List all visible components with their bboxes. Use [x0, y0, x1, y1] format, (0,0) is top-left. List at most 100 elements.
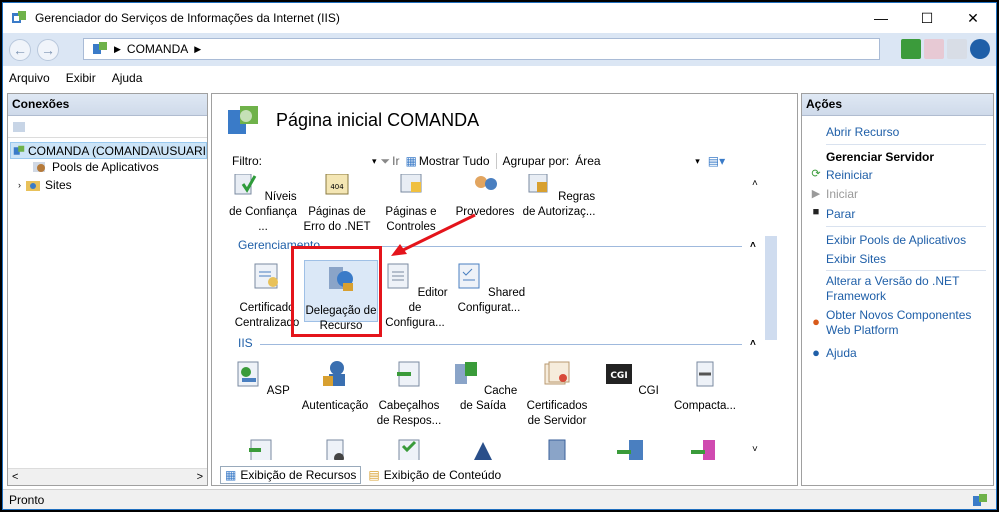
- tree-item-label: Sites: [45, 178, 72, 192]
- feature-server-certificates[interactable]: Certificados de Servidor: [520, 358, 594, 429]
- feature-shared-configuration[interactable]: Shared Configurat...: [452, 260, 526, 316]
- chevron-down-icon[interactable]: ▾: [372, 156, 377, 167]
- divider: [826, 270, 986, 271]
- divider: [826, 144, 986, 145]
- minimize-button[interactable]: —: [858, 3, 904, 33]
- view-app-pools-link[interactable]: Exibir Pools de Aplicativos: [826, 233, 966, 248]
- feature-output-cache[interactable]: Cache de Saída: [446, 358, 520, 414]
- tree-item-sites[interactable]: › Sites: [18, 178, 72, 192]
- breadcrumb-segment-comanda[interactable]: COMANDA: [127, 42, 188, 56]
- chevron-down-icon[interactable]: ▾: [695, 156, 700, 167]
- svg-text:404: 404: [330, 183, 344, 191]
- maximize-button[interactable]: ☐: [904, 3, 950, 33]
- horizontal-scrollbar[interactable]: < >: [8, 468, 207, 485]
- menu-arquivo[interactable]: Arquivo: [9, 71, 50, 85]
- breadcrumb-arrow: ▶: [114, 43, 121, 54]
- chevron-down-icon[interactable]: ˅: [752, 444, 758, 455]
- chevron-up-icon[interactable]: ˄: [752, 178, 758, 189]
- feature-asp[interactable]: ASP: [224, 358, 298, 399]
- features-view-icon: ▦: [225, 468, 237, 482]
- collapse-iis-icon[interactable]: ˄: [750, 338, 756, 349]
- feature-next-row-item[interactable]: [446, 436, 520, 460]
- feature-cgi[interactable]: CGI CGI: [594, 358, 668, 399]
- collapse-management-icon[interactable]: ˄: [750, 240, 756, 251]
- show-all-button[interactable]: Mostrar Tudo: [419, 154, 490, 168]
- breadcrumb[interactable]: ▶ COMANDA ▶: [83, 38, 880, 60]
- annotation-arrow: [391, 213, 476, 256]
- view-mode-icon[interactable]: ▤▾: [708, 154, 725, 168]
- asp-icon: [237, 361, 259, 387]
- tree-item-label: Pools de Aplicativos: [52, 160, 159, 174]
- close-button[interactable]: ✕: [950, 3, 996, 33]
- feature-next-row-item[interactable]: [224, 436, 298, 460]
- tab-content-view[interactable]: ▤ Exibição de Conteúdo: [363, 466, 507, 484]
- view-tabs: ▦ Exibição de Recursos ▤ Exibição de Con…: [220, 466, 507, 484]
- http-redirect-icon: [617, 440, 643, 460]
- sites-folder-icon: [26, 181, 40, 191]
- feature-next-row-item[interactable]: [298, 436, 372, 460]
- change-net-version-link[interactable]: Alterar a Versão do .NET Framework: [826, 274, 986, 304]
- feature-authorization-rules[interactable]: Regras de Autorizaç...: [522, 174, 596, 220]
- breadcrumb-arrow[interactable]: ▶: [194, 44, 201, 55]
- group-header-iis[interactable]: IIS: [238, 336, 253, 350]
- expand-icon[interactable]: ›: [18, 180, 21, 190]
- refresh-icon[interactable]: [901, 39, 921, 59]
- forward-button[interactable]: →: [37, 38, 59, 61]
- get-components-link[interactable]: Obter Novos Componentes Web Platform: [826, 308, 986, 338]
- open-feature-link[interactable]: Abrir Recurso: [826, 125, 899, 140]
- feature-trust-levels[interactable]: Níveis de Confiança ...: [226, 174, 300, 235]
- stop-icon[interactable]: [924, 39, 944, 59]
- group-by-select[interactable]: Área: [575, 154, 695, 168]
- back-button[interactable]: ←: [9, 38, 31, 61]
- shared-config-icon: [458, 263, 480, 289]
- funnel-icon: ⏷: [380, 153, 391, 168]
- connections-toolbar: [8, 116, 207, 138]
- feature-next-row-item[interactable]: [372, 436, 446, 460]
- scroll-left-icon[interactable]: <: [12, 471, 18, 483]
- feature-next-row-item[interactable]: [520, 436, 594, 460]
- providers-icon: [475, 176, 497, 190]
- vertical-scrollbar[interactable]: [764, 174, 778, 454]
- title-bar: Gerenciador do Serviços de Informações d…: [3, 3, 996, 33]
- help-icon: ●: [812, 345, 820, 360]
- tab-features-view[interactable]: ▦ Exibição de Recursos: [220, 466, 362, 484]
- menu-exibir[interactable]: Exibir: [66, 71, 96, 85]
- feature-net-error-pages[interactable]: 404 Páginas de Erro do .NET: [300, 174, 374, 235]
- feature-authentication[interactable]: Autenticação: [298, 358, 372, 414]
- scrollbar-thumb[interactable]: [765, 236, 777, 340]
- tree-item-server[interactable]: COMANDA (COMANDA\USUARI: [10, 142, 207, 159]
- stop-link[interactable]: Parar: [826, 207, 855, 222]
- menu-ajuda[interactable]: Ajuda: [112, 71, 143, 85]
- compression-icon: [696, 361, 714, 387]
- feature-response-headers[interactable]: Cabeçalhos de Respos...: [372, 358, 446, 429]
- default-document-icon: [249, 439, 272, 460]
- page-title: Página inicial COMANDA: [276, 110, 480, 130]
- help-link[interactable]: Ajuda: [826, 346, 857, 361]
- http-response-icon: [691, 440, 715, 460]
- failed-request-icon: [474, 442, 492, 460]
- divider: [826, 226, 986, 227]
- directory-browsing-icon: [326, 439, 344, 460]
- view-sites-link[interactable]: Exibir Sites: [826, 252, 886, 267]
- trust-levels-icon: [234, 174, 257, 195]
- feature-configuration-editor[interactable]: Editor de Configura...: [378, 260, 452, 331]
- feature-compression[interactable]: Compacta...: [668, 358, 742, 414]
- authorization-rules-icon: [528, 174, 548, 193]
- authentication-icon: [323, 361, 345, 386]
- start-link[interactable]: Iniciar: [826, 187, 858, 202]
- scroll-right-icon[interactable]: >: [197, 471, 203, 483]
- feature-next-row-item[interactable]: [594, 436, 668, 460]
- help-icon[interactable]: [970, 39, 990, 59]
- config-editor-icon: [387, 263, 409, 289]
- new-connection-icon[interactable]: [12, 120, 26, 134]
- status-bar: Pronto: [3, 489, 996, 509]
- home-icon[interactable]: [947, 39, 967, 59]
- stop-icon: ■: [812, 206, 820, 218]
- restart-link[interactable]: Reiniciar: [826, 168, 873, 183]
- feature-next-row-item[interactable]: [668, 436, 742, 460]
- go-button[interactable]: Ir: [392, 154, 399, 168]
- server-status-icon: [973, 494, 987, 506]
- connections-title: Conexões: [8, 94, 207, 116]
- certificate-icon: [254, 263, 278, 289]
- tree-item-app-pools[interactable]: Pools de Aplicativos: [32, 160, 159, 174]
